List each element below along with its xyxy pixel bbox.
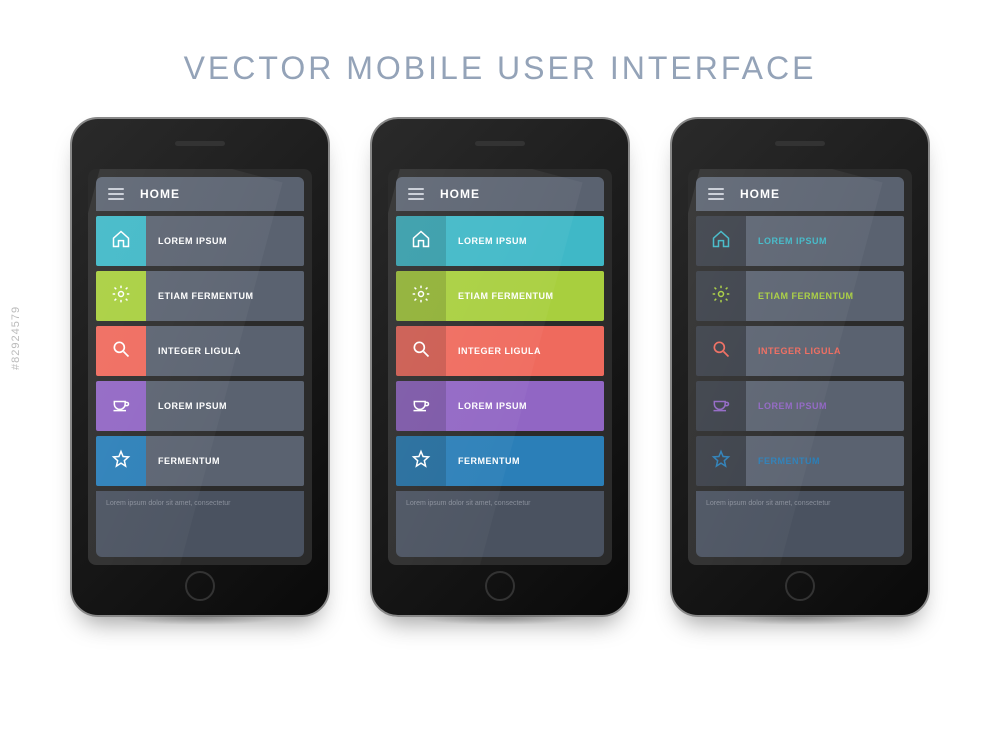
page-title: VECTOR MOBILE USER INTERFACE [0,0,1000,117]
menu-label: FERMENTUM [746,436,904,486]
menu-label: INTEGER LIGULA [746,326,904,376]
home-icon [711,229,731,254]
menu-label: INTEGER LIGULA [446,326,604,376]
footer-bar: Lorem ipsum dolor sit amet, consectetur [696,491,904,557]
menu-item-search[interactable]: INTEGER LIGULA [696,326,904,376]
menu-item-settings[interactable]: ETIAM FERMENTUM [696,271,904,321]
screen-c: HOME LOREM IPSUM ETIAM FERMENTUM INTEGER… [688,169,912,565]
cup-icon [111,394,131,419]
menu-item-star[interactable]: FERMENTUM [96,436,304,486]
hamburger-icon[interactable] [108,188,124,200]
menu-item-home[interactable]: LOREM IPSUM [96,216,304,266]
menu-label: LOREM IPSUM [446,216,604,266]
menu-item-cup[interactable]: LOREM IPSUM [696,381,904,431]
header-title: HOME [740,187,780,201]
header-bar: HOME [396,177,604,211]
home-icon [111,229,131,254]
watermark: #82924579 [10,306,22,370]
hamburger-icon[interactable] [408,188,424,200]
star-icon [111,449,131,474]
menu-label: ETIAM FERMENTUM [746,271,904,321]
footer-text: Lorem ipsum dolor sit amet, consectetur [406,499,531,509]
menu-item-settings[interactable]: ETIAM FERMENTUM [96,271,304,321]
menu-label: ETIAM FERMENTUM [446,271,604,321]
hamburger-icon[interactable] [708,188,724,200]
phone-mockup-c: HOME LOREM IPSUM ETIAM FERMENTUM INTEGER… [670,117,930,617]
menu-item-home[interactable]: LOREM IPSUM [696,216,904,266]
menu-label: LOREM IPSUM [446,381,604,431]
home-icon [411,229,431,254]
search-icon [411,339,431,364]
header-bar: HOME [696,177,904,211]
gear-icon [711,284,731,309]
star-icon [411,449,431,474]
menu-item-star[interactable]: FERMENTUM [396,436,604,486]
menu-label: LOREM IPSUM [746,381,904,431]
header-title: HOME [440,187,480,201]
menu-label: FERMENTUM [446,436,604,486]
menu-label: LOREM IPSUM [146,216,304,266]
screen-a: HOME LOREM IPSUM ETIAM FERMENTUM INTEGER… [88,169,312,565]
footer-bar: Lorem ipsum dolor sit amet, consectetur [396,491,604,557]
menu-label: INTEGER LIGULA [146,326,304,376]
menu-label: LOREM IPSUM [146,381,304,431]
cup-icon [711,394,731,419]
phone-mockup-a: HOME LOREM IPSUM ETIAM FERMENTUM INTEGER… [70,117,330,617]
header-bar: HOME [96,177,304,211]
footer-text: Lorem ipsum dolor sit amet, consectetur [106,499,231,509]
menu-item-star[interactable]: FERMENTUM [696,436,904,486]
screen-b: HOME LOREM IPSUM ETIAM FERMENTUM INTEGER… [388,169,612,565]
menu-label: FERMENTUM [146,436,304,486]
menu-item-home[interactable]: LOREM IPSUM [396,216,604,266]
search-icon [711,339,731,364]
gear-icon [111,284,131,309]
menu-label: LOREM IPSUM [746,216,904,266]
menu-item-search[interactable]: INTEGER LIGULA [96,326,304,376]
menu-item-settings[interactable]: ETIAM FERMENTUM [396,271,604,321]
phones-row: HOME LOREM IPSUM ETIAM FERMENTUM INTEGER… [0,117,1000,617]
gear-icon [411,284,431,309]
menu-item-cup[interactable]: LOREM IPSUM [96,381,304,431]
menu-label: ETIAM FERMENTUM [146,271,304,321]
menu-item-cup[interactable]: LOREM IPSUM [396,381,604,431]
phone-mockup-b: HOME LOREM IPSUM ETIAM FERMENTUM INTEGER… [370,117,630,617]
footer-text: Lorem ipsum dolor sit amet, consectetur [706,499,831,509]
header-title: HOME [140,187,180,201]
search-icon [111,339,131,364]
star-icon [711,449,731,474]
footer-bar: Lorem ipsum dolor sit amet, consectetur [96,491,304,557]
menu-item-search[interactable]: INTEGER LIGULA [396,326,604,376]
cup-icon [411,394,431,419]
